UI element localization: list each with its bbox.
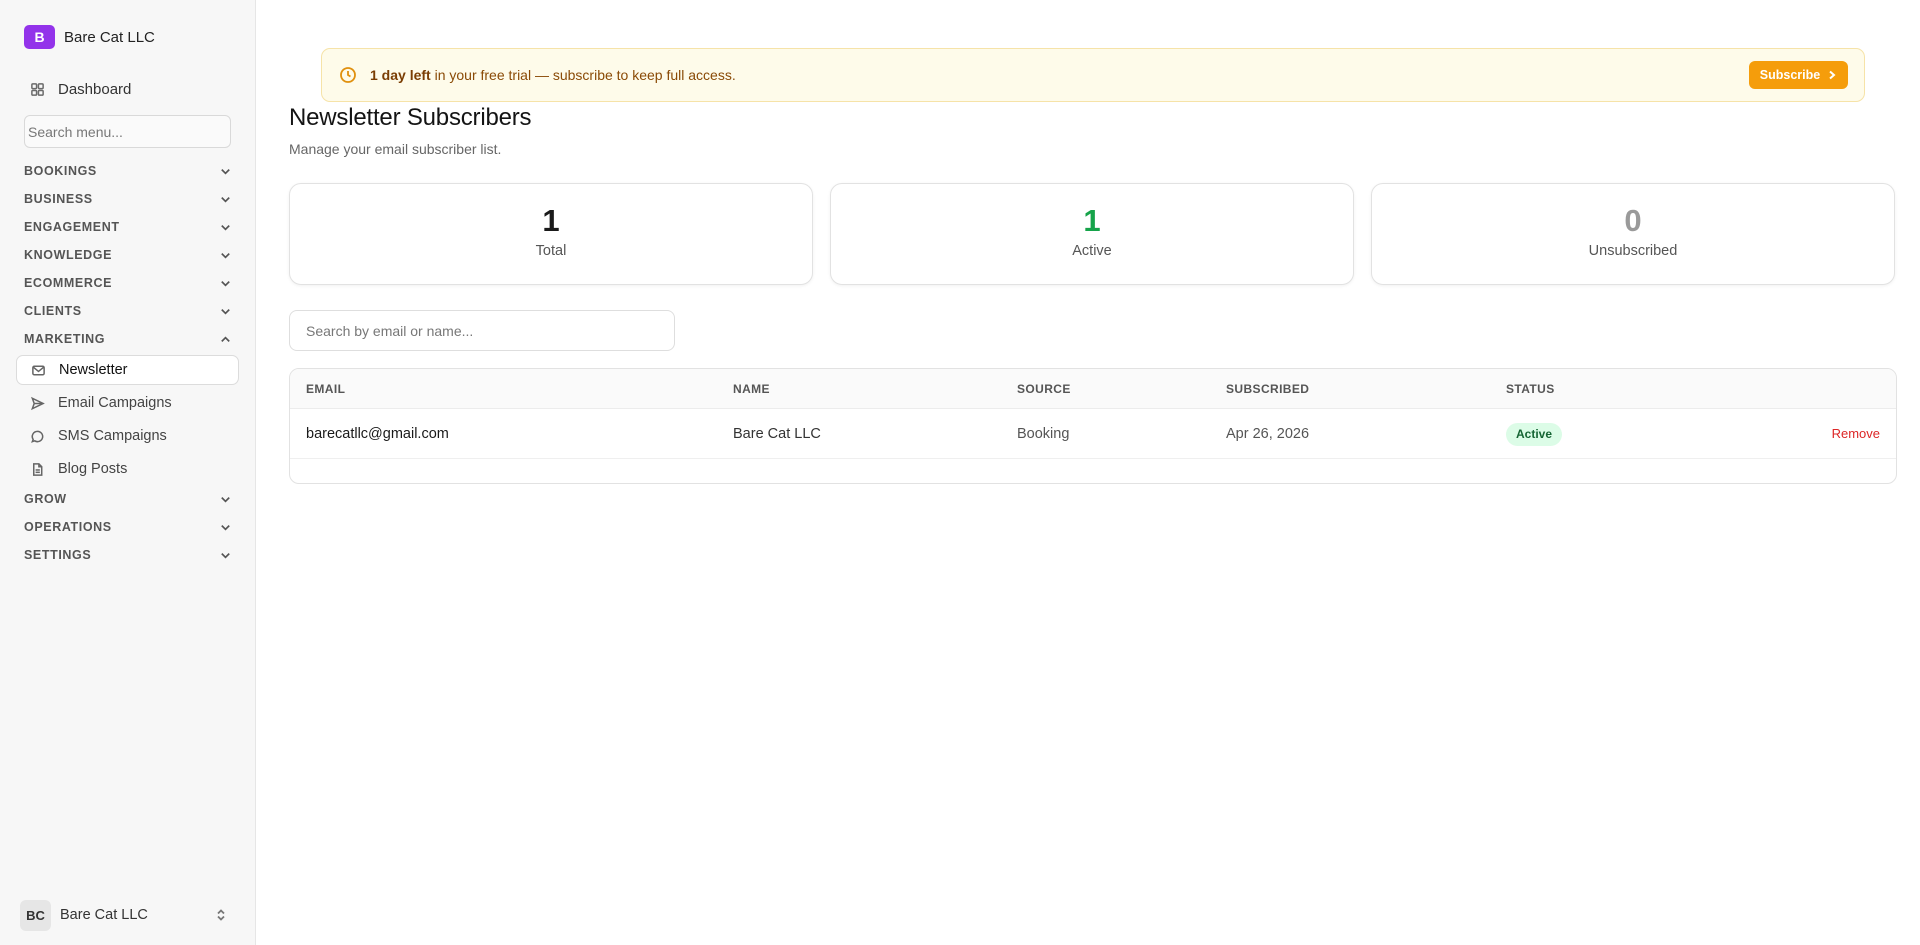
chevron-down-icon <box>221 196 230 203</box>
chevron-down-icon <box>221 308 230 315</box>
trial-days-left: 1 day left <box>370 67 431 83</box>
sidebar-item-newsletter[interactable]: Newsletter <box>16 355 239 385</box>
remove-button[interactable]: Remove <box>1832 409 1880 459</box>
trial-message: 1 day left in your free trial — subscrib… <box>370 67 1749 83</box>
chevron-right-icon <box>1829 70 1836 80</box>
stat-label: Unsubscribed <box>1588 243 1678 260</box>
grid-icon <box>29 82 45 98</box>
section-label: OPERATIONS <box>24 520 112 534</box>
stat-label: Total <box>535 243 567 260</box>
column-header-email[interactable]: EMAIL <box>306 369 345 409</box>
stat-card-active: 1 Active <box>830 183 1354 285</box>
send-icon <box>29 395 45 411</box>
chevron-up-icon <box>221 335 230 342</box>
status-badge: Active <box>1506 423 1563 446</box>
section-label: MARKETING <box>24 332 106 346</box>
sidebar-item-sms-campaigns[interactable]: SMS Campaigns <box>16 421 239 451</box>
sidebar-item-blog-posts[interactable]: Blog Posts <box>16 454 239 484</box>
cell-email: barecatllc@gmail.com <box>306 426 449 442</box>
subscriber-search-input[interactable] <box>289 310 675 351</box>
sidebar-item-email-campaigns[interactable]: Email Campaigns <box>16 388 239 418</box>
section-label: BUSINESS <box>24 192 93 206</box>
chevron-down-icon <box>221 280 230 287</box>
stat-value: 1 <box>1083 203 1101 238</box>
message-circle-icon <box>29 428 45 444</box>
section-knowledge[interactable]: KNOWLEDGE <box>24 244 232 266</box>
subscribers-table: EMAIL NAME SOURCE SUBSCRIBED STATUS bare… <box>289 368 1897 484</box>
stat-card-unsubscribed: 0 Unsubscribed <box>1371 183 1895 285</box>
page-subtitle: Manage your email subscriber list. <box>289 141 502 157</box>
account-name: Bare Cat LLC <box>60 907 148 923</box>
section-label: BOOKINGS <box>24 164 97 178</box>
sidebar-item-label: Newsletter <box>59 362 128 378</box>
cell-name: Bare Cat LLC <box>733 426 821 442</box>
section-business[interactable]: BUSINESS <box>24 188 232 210</box>
subscribe-button[interactable]: Subscribe <box>1749 61 1848 89</box>
sidebar-item-label: Blog Posts <box>58 461 128 477</box>
section-label: ENGAGEMENT <box>24 220 120 234</box>
stat-value: 1 <box>542 203 560 238</box>
mail-icon <box>30 362 46 378</box>
trial-banner: 1 day left in your free trial — subscrib… <box>321 48 1865 102</box>
sidebar-item-label: SMS Campaigns <box>58 428 167 444</box>
section-label: SETTINGS <box>24 548 92 562</box>
sidebar: B Bare Cat LLC Dashboard BOOKINGS BUSINE… <box>0 0 256 945</box>
chevron-down-icon <box>221 524 230 531</box>
brand[interactable]: B Bare Cat LLC <box>24 25 155 49</box>
stat-label: Active <box>1072 243 1112 260</box>
sidebar-item-label: Email Campaigns <box>58 395 172 411</box>
section-label: GROW <box>24 492 67 506</box>
file-text-icon <box>29 461 45 477</box>
column-header-name[interactable]: NAME <box>733 369 770 409</box>
chevron-down-icon <box>221 224 230 231</box>
chevron-down-icon <box>221 168 230 175</box>
brand-logo: B <box>24 25 55 49</box>
brand-name: Bare Cat LLC <box>64 28 155 46</box>
section-ecommerce[interactable]: ECOMMERCE <box>24 272 232 294</box>
column-header-source[interactable]: SOURCE <box>1017 369 1071 409</box>
cell-subscribed: Apr 26, 2026 <box>1226 426 1310 442</box>
section-grow[interactable]: GROW <box>24 488 232 510</box>
table-row: barecatllc@gmail.com Bare Cat LLC Bookin… <box>290 409 1896 459</box>
cell-source: Booking <box>1017 426 1070 442</box>
sidebar-item-label: Dashboard <box>58 81 132 98</box>
section-operations[interactable]: OPERATIONS <box>24 516 232 538</box>
clock-icon <box>339 66 357 84</box>
chevron-down-icon <box>221 552 230 559</box>
stat-card-total: 1 Total <box>289 183 813 285</box>
account-switcher[interactable]: BC Bare Cat LLC <box>20 899 228 931</box>
section-marketing[interactable]: MARKETING <box>24 328 232 350</box>
section-label: ECOMMERCE <box>24 276 113 290</box>
chevron-down-icon <box>221 252 230 259</box>
section-settings[interactable]: SETTINGS <box>24 544 232 566</box>
sidebar-item-dashboard[interactable]: Dashboard <box>16 74 239 105</box>
column-header-status[interactable]: STATUS <box>1506 369 1555 409</box>
section-clients[interactable]: CLIENTS <box>24 300 232 322</box>
table-header: EMAIL NAME SOURCE SUBSCRIBED STATUS <box>290 369 1896 409</box>
section-engagement[interactable]: ENGAGEMENT <box>24 216 232 238</box>
section-label: KNOWLEDGE <box>24 248 113 262</box>
section-label: CLIENTS <box>24 304 82 318</box>
menu-search-input[interactable] <box>24 115 231 148</box>
stat-value: 0 <box>1624 203 1642 238</box>
chevron-down-icon <box>221 496 230 503</box>
avatar: BC <box>20 899 51 931</box>
trial-message-text: in your free trial — subscribe to keep f… <box>430 67 736 83</box>
chevrons-up-down-icon <box>217 909 225 921</box>
section-bookings[interactable]: BOOKINGS <box>24 160 232 182</box>
subscribe-button-label: Subscribe <box>1759 68 1821 82</box>
page-title: Newsletter Subscribers <box>289 104 532 131</box>
column-header-subscribed[interactable]: SUBSCRIBED <box>1226 369 1309 409</box>
